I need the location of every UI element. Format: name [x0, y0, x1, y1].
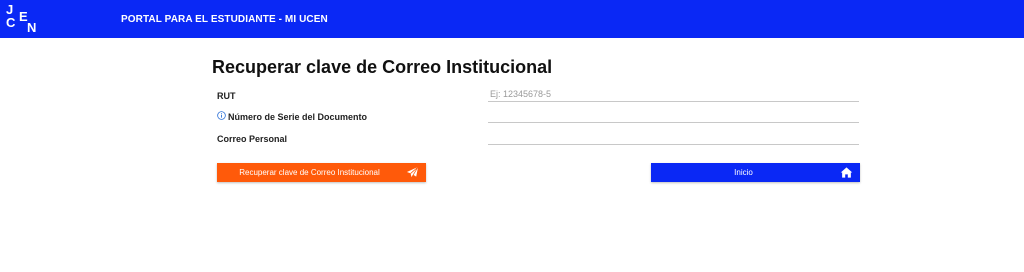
paper-plane-icon	[406, 166, 419, 178]
recover-password-button[interactable]: Recuperar clave de Correo Institucional	[217, 163, 426, 182]
page-title: Recuperar clave de Correo Institucional	[212, 57, 553, 77]
info-icon	[217, 111, 226, 120]
document-serial-label: Número de Serie del Documento	[228, 112, 368, 122]
ucen-logo[interactable]: J C E N	[4, 2, 40, 36]
home-icon	[840, 167, 853, 178]
document-serial-input[interactable]	[488, 109, 859, 123]
home-button-label: Inicio	[734, 168, 753, 177]
rut-input[interactable]	[488, 88, 859, 102]
home-button[interactable]: Inicio	[651, 163, 860, 182]
personal-email-input[interactable]	[488, 131, 859, 145]
top-navbar: J C E N PORTAL PARA EL ESTUDIANTE - MI U…	[0, 0, 1024, 38]
logo-letter: N	[27, 20, 37, 35]
rut-label: RUT	[217, 91, 236, 101]
portal-title: PORTAL PARA EL ESTUDIANTE - MI UCEN	[121, 14, 328, 25]
logo-letter: C	[6, 15, 16, 30]
recover-password-button-label: Recuperar clave de Correo Institucional	[239, 168, 380, 177]
personal-email-label: Correo Personal	[217, 134, 288, 144]
